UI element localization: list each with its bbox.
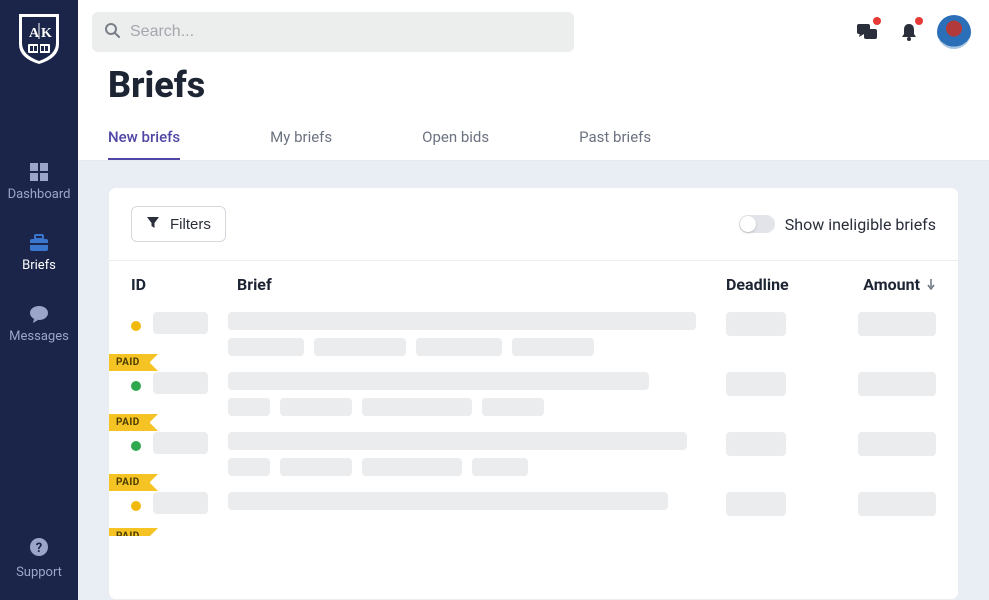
skeleton-id [153, 432, 208, 454]
table-row[interactable]: PAID [109, 362, 958, 422]
messages-button[interactable] [853, 18, 881, 46]
skeleton-chip [314, 338, 406, 356]
col-id[interactable]: ID [131, 275, 237, 294]
search-icon [104, 22, 120, 42]
ineligible-toggle[interactable] [739, 215, 775, 233]
filters-label: Filters [170, 216, 211, 233]
skeleton-amount [858, 432, 936, 456]
svg-text:K: K [41, 26, 52, 41]
status-dot [131, 381, 141, 391]
notifications-button[interactable] [895, 18, 923, 46]
main-area: Briefs New briefs My briefs Open bids Pa… [78, 0, 989, 600]
filter-icon [146, 215, 160, 233]
tab-new-briefs[interactable]: New briefs [108, 116, 180, 160]
skeleton-chip [228, 338, 304, 356]
table-row[interactable]: PAID [109, 422, 958, 482]
skeleton-chip [362, 398, 472, 416]
sidebar: A K Dashboard Briefs Messages ? [0, 0, 78, 600]
skeleton-deadline [726, 312, 786, 336]
skeleton-chip [362, 458, 462, 476]
skeleton-id [153, 372, 208, 394]
skeleton-id [153, 312, 208, 334]
table-header: ID Brief Deadline Amount [109, 261, 958, 302]
tab-past-briefs[interactable]: Past briefs [579, 116, 651, 160]
table-row[interactable]: PAID [109, 482, 958, 522]
status-dot [131, 501, 141, 511]
svg-text:?: ? [36, 541, 42, 556]
tab-my-briefs[interactable]: My briefs [270, 116, 332, 160]
tabs: New briefs My briefs Open bids Past brie… [78, 116, 989, 161]
skeleton-amount [858, 492, 936, 516]
skeleton-deadline [726, 372, 786, 396]
briefs-panel: Filters Show ineligible briefs ID Brief … [108, 187, 959, 600]
skeleton-text [228, 432, 687, 450]
svg-text:A: A [29, 26, 40, 41]
status-dot [131, 321, 141, 331]
skeleton-deadline [726, 492, 786, 516]
skeleton-chip [280, 398, 352, 416]
ineligible-toggle-wrap: Show ineligible briefs [739, 215, 936, 234]
skeleton-chip [512, 338, 594, 356]
help-icon: ? [29, 537, 49, 561]
status-dot [131, 441, 141, 451]
briefcase-icon [28, 232, 50, 254]
tab-open-bids[interactable]: Open bids [422, 116, 489, 160]
col-deadline[interactable]: Deadline [726, 275, 826, 294]
paid-badge: PAID [109, 528, 150, 536]
filters-button[interactable]: Filters [131, 206, 226, 242]
skeleton-text [228, 372, 649, 390]
notification-dot [873, 17, 881, 25]
sidebar-item-support[interactable]: ? Support [16, 537, 62, 580]
skeleton-text [228, 312, 696, 330]
sidebar-item-messages[interactable]: Messages [0, 303, 78, 344]
ineligible-toggle-label: Show ineligible briefs [785, 215, 936, 234]
skeleton-chip [416, 338, 502, 356]
skeleton-chip [228, 458, 270, 476]
sidebar-item-label: Messages [9, 329, 69, 344]
app-logo: A K [17, 12, 61, 66]
skeleton-id [153, 492, 208, 514]
table-row[interactable] [109, 302, 958, 362]
col-amount[interactable]: Amount [826, 275, 936, 294]
skeleton-chip [472, 458, 528, 476]
skeleton-amount [858, 372, 936, 396]
search-box[interactable] [92, 12, 574, 52]
search-input[interactable] [120, 23, 562, 41]
chat-icon [28, 303, 50, 325]
skeleton-chip [482, 398, 544, 416]
support-label: Support [16, 565, 62, 580]
col-amount-label: Amount [863, 275, 920, 294]
page-title: Briefs [78, 52, 989, 116]
skeleton-chip [280, 458, 352, 476]
sort-desc-icon [926, 275, 936, 294]
topbar [78, 0, 989, 52]
notification-dot [915, 17, 923, 25]
skeleton-chip [228, 398, 270, 416]
sidebar-item-briefs[interactable]: Briefs [0, 232, 78, 273]
sidebar-item-dashboard[interactable]: Dashboard [0, 161, 78, 202]
col-brief[interactable]: Brief [237, 275, 726, 294]
user-avatar[interactable] [937, 15, 971, 49]
sidebar-item-label: Dashboard [8, 187, 71, 202]
panel-toolbar: Filters Show ineligible briefs [109, 188, 958, 261]
sidebar-item-label: Briefs [22, 258, 56, 273]
table-body: PAID [109, 302, 958, 536]
content-background: Filters Show ineligible briefs ID Brief … [78, 161, 989, 600]
skeleton-deadline [726, 432, 786, 456]
skeleton-text [228, 492, 668, 510]
dashboard-icon [28, 161, 50, 183]
skeleton-amount [858, 312, 936, 336]
